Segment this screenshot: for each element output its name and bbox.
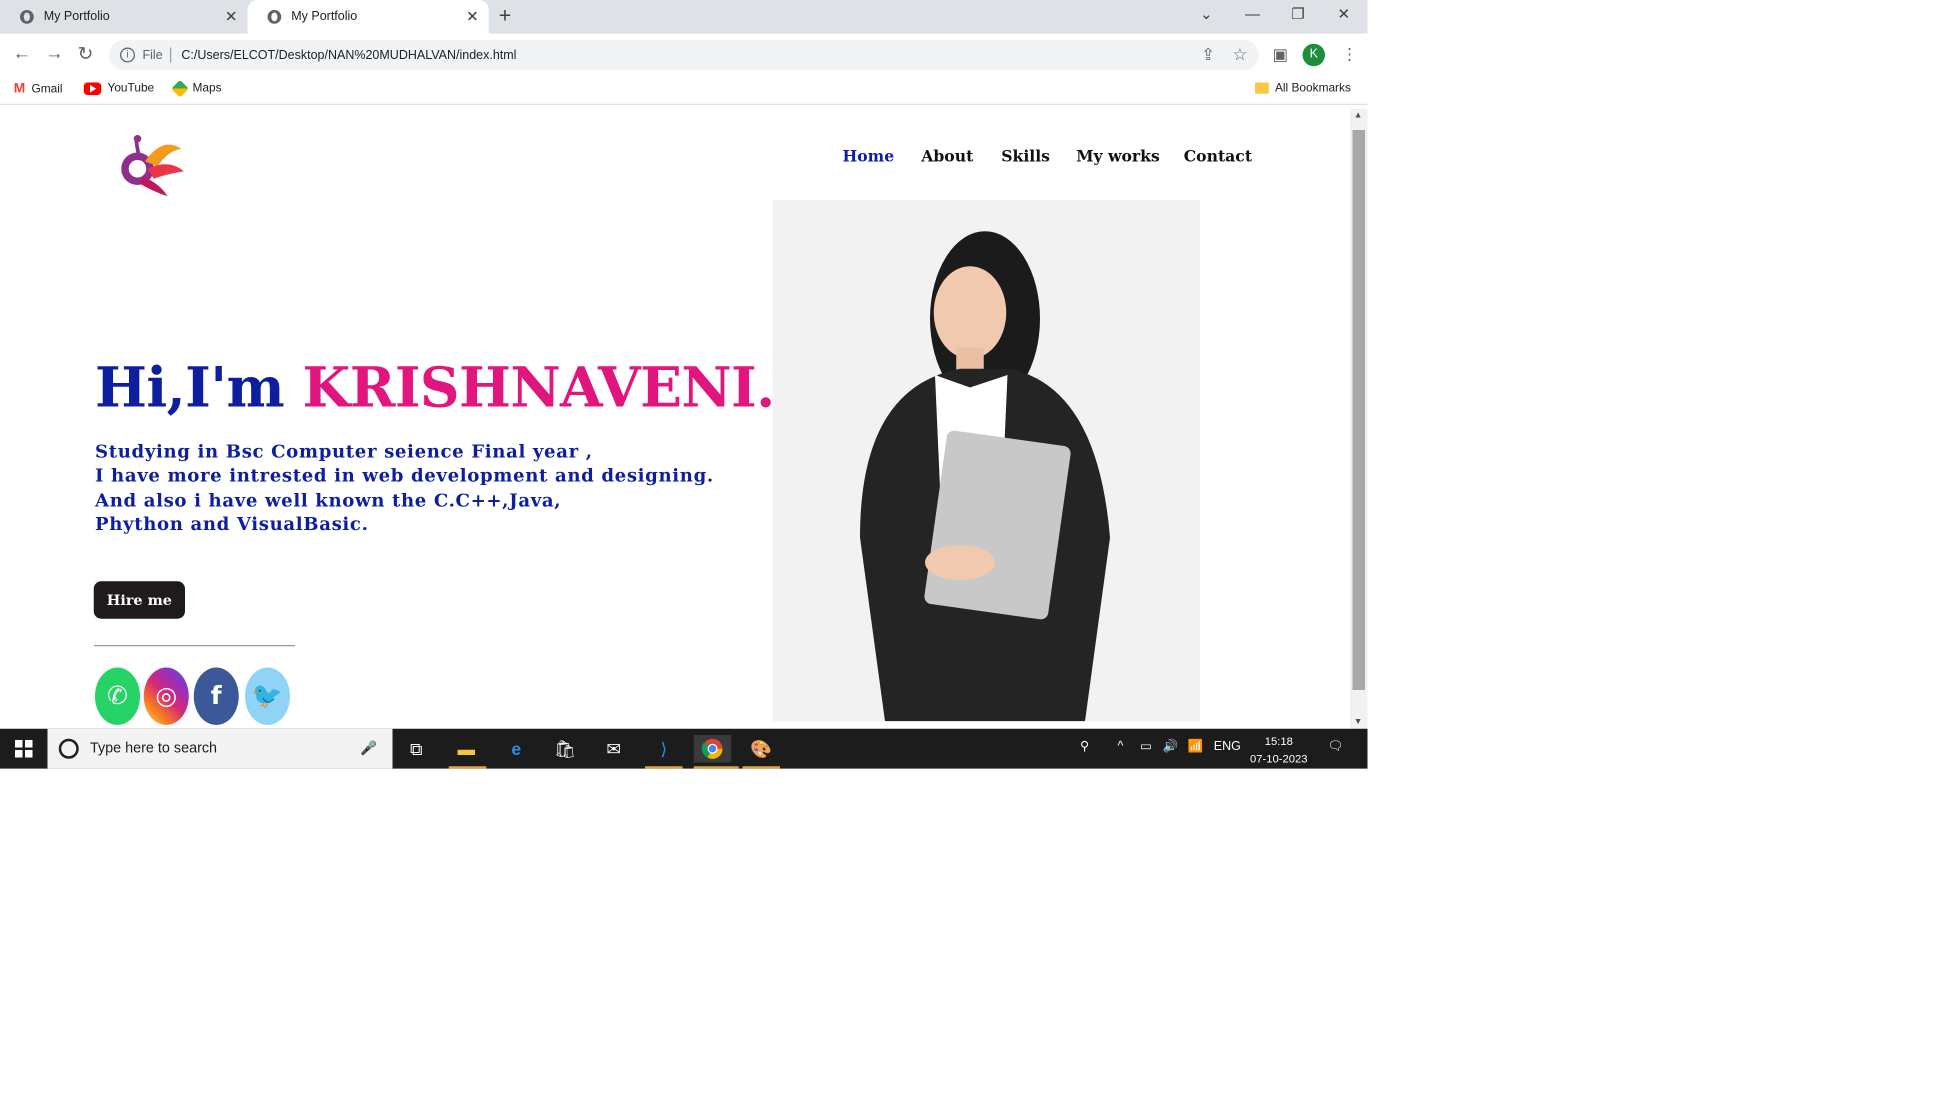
twitter-icon[interactable]: 🐦 bbox=[245, 667, 290, 725]
whatsapp-icon[interactable]: ✆ bbox=[95, 667, 140, 725]
file-explorer-icon[interactable]: ▬ bbox=[453, 735, 481, 763]
page-viewport: Home About Skills My works Contact Hi,I'… bbox=[0, 108, 1350, 729]
browser-window: My Portfolio ✕ My Portfolio ✕ + ⌄ — ❐ ✕ … bbox=[0, 0, 1368, 769]
description-line: I have more intrested in web development… bbox=[95, 465, 714, 487]
scheme-label: File bbox=[142, 48, 163, 62]
bookmark-label: YouTube bbox=[107, 81, 155, 95]
volume-icon[interactable]: 🔊 bbox=[1163, 740, 1179, 754]
hero-title: Hi,I'm KRISHNAVENI.A bbox=[95, 356, 817, 420]
minimize-button[interactable]: — bbox=[1245, 5, 1260, 23]
folder-icon bbox=[1255, 82, 1269, 94]
windows-taskbar: Type here to search 🎤 ⧉ ▬ e 🛍 ✉ ⟩ 🎨 ⚲ ^ … bbox=[0, 728, 1368, 769]
tab-title: My Portfolio bbox=[43, 10, 110, 24]
all-bookmarks[interactable]: All Bookmarks bbox=[1255, 81, 1351, 95]
menu-icon[interactable]: ⋮ bbox=[1341, 45, 1357, 65]
info-icon[interactable]: i bbox=[120, 47, 135, 63]
taskbar-search[interactable]: Type here to search 🎤 bbox=[47, 728, 393, 769]
youtube-icon bbox=[83, 81, 102, 95]
share-icon[interactable]: ⇪ bbox=[1201, 45, 1215, 65]
store-icon[interactable]: 🛍 bbox=[551, 735, 579, 763]
bookmark-label: Gmail bbox=[31, 81, 63, 96]
nav-about[interactable]: About bbox=[921, 146, 973, 165]
bookmark-gmail[interactable]: M Gmail bbox=[14, 81, 63, 96]
divider bbox=[170, 47, 172, 63]
scroll-down-icon[interactable]: ▼ bbox=[1354, 718, 1363, 727]
notification-icon[interactable]: 🗨 bbox=[1328, 740, 1344, 754]
bookmark-star-icon[interactable]: ☆ bbox=[1233, 45, 1248, 65]
profile-avatar[interactable]: K bbox=[1302, 43, 1325, 67]
tab-search-icon[interactable]: ⌄ bbox=[1200, 5, 1213, 23]
chrome-icon[interactable] bbox=[693, 735, 732, 763]
maps-icon bbox=[171, 79, 189, 97]
search-placeholder: Type here to search bbox=[90, 741, 218, 757]
description-line: Phython and VisualBasic. bbox=[95, 513, 369, 535]
bookmark-maps[interactable]: Maps bbox=[171, 79, 222, 97]
close-window-button[interactable]: ✕ bbox=[1338, 5, 1351, 23]
edge-icon[interactable]: e bbox=[503, 735, 531, 763]
nav-contact[interactable]: Contact bbox=[1184, 146, 1252, 165]
description-line: Studying in Bsc Computer seience Final y… bbox=[95, 441, 593, 463]
tab-portfolio-2[interactable]: My Portfolio ✕ bbox=[247, 0, 489, 34]
tab-strip: My Portfolio ✕ My Portfolio ✕ + ⌄ — ❐ ✕ bbox=[0, 0, 1368, 34]
side-panel-icon[interactable]: ▣ bbox=[1273, 45, 1288, 65]
paint-icon[interactable]: 🎨 bbox=[748, 735, 776, 763]
profile-photo bbox=[772, 200, 1200, 722]
bookmark-youtube[interactable]: YouTube bbox=[83, 81, 155, 95]
network-icon[interactable]: 📶 bbox=[1188, 740, 1204, 754]
peacock-logo bbox=[121, 135, 184, 197]
windows-start-icon[interactable] bbox=[15, 740, 33, 758]
bookmark-label: Maps bbox=[192, 81, 222, 95]
tab-title: My Portfolio bbox=[291, 10, 358, 24]
browser-toolbar: ← → ↻ i File C:/Users/ELCOT/Desktop/NAN%… bbox=[0, 33, 1368, 77]
address-bar[interactable]: i File C:/Users/ELCOT/Desktop/NAN%20MUDH… bbox=[108, 40, 1259, 70]
back-icon[interactable]: ← bbox=[13, 43, 32, 64]
scrollbar[interactable]: ▲ ▼ bbox=[1350, 108, 1368, 729]
mail-icon[interactable]: ✉ bbox=[600, 735, 628, 763]
scroll-thumb[interactable] bbox=[1352, 130, 1365, 690]
nav-my-works[interactable]: My works bbox=[1076, 146, 1160, 165]
new-tab-button[interactable]: + bbox=[499, 4, 511, 29]
cortana-icon bbox=[58, 738, 79, 759]
globe-icon bbox=[20, 10, 34, 24]
chevron-up-icon[interactable]: ^ bbox=[1118, 740, 1124, 754]
instagram-icon[interactable]: ◎ bbox=[143, 667, 189, 725]
bookmarks-bar: M Gmail YouTube Maps All Bookmarks bbox=[0, 76, 1368, 105]
date-text: 07-10-2023 bbox=[1250, 752, 1308, 766]
vscode-icon[interactable]: ⟩ bbox=[650, 735, 678, 763]
globe-icon bbox=[267, 10, 282, 24]
scroll-up-icon[interactable]: ▲ bbox=[1354, 111, 1363, 120]
clock[interactable]: 15:18 07-10-2023 bbox=[1250, 733, 1308, 768]
hero-description: Studying in Bsc Computer seience Final y… bbox=[95, 440, 714, 536]
language-indicator[interactable]: ENG bbox=[1214, 740, 1241, 754]
time-text: 15:18 bbox=[1264, 735, 1293, 748]
battery-icon[interactable]: ▭ bbox=[1140, 740, 1152, 754]
task-view-icon[interactable]: ⧉ bbox=[403, 735, 431, 763]
microphone-icon[interactable]: 🎤 bbox=[360, 740, 377, 756]
restore-button[interactable]: ❐ bbox=[1291, 5, 1304, 23]
url-text[interactable]: C:/Users/ELCOT/Desktop/NAN%20MUDHALVAN/i… bbox=[181, 48, 516, 62]
hero-greeting: Hi,I'm bbox=[95, 356, 303, 420]
reload-icon[interactable]: ↻ bbox=[78, 43, 94, 65]
facebook-icon[interactable]: f bbox=[193, 667, 239, 725]
hire-me-button[interactable]: Hire me bbox=[93, 581, 185, 619]
close-tab-icon[interactable]: ✕ bbox=[466, 8, 479, 26]
hero-name: KRISHNAVENI.A bbox=[302, 356, 818, 420]
forward-icon[interactable]: → bbox=[45, 43, 64, 64]
gmail-icon: M bbox=[13, 81, 26, 97]
nav-home[interactable]: Home bbox=[843, 146, 895, 165]
close-tab-icon[interactable]: ✕ bbox=[225, 8, 238, 26]
divider bbox=[93, 645, 295, 647]
nav-skills[interactable]: Skills bbox=[1001, 146, 1050, 165]
tab-portfolio-1[interactable]: My Portfolio ✕ bbox=[0, 0, 248, 34]
people-icon[interactable]: ⚲ bbox=[1080, 740, 1089, 754]
description-line: And also i have well known the C.C++,Jav… bbox=[95, 489, 562, 511]
bookmark-label: All Bookmarks bbox=[1275, 81, 1351, 95]
